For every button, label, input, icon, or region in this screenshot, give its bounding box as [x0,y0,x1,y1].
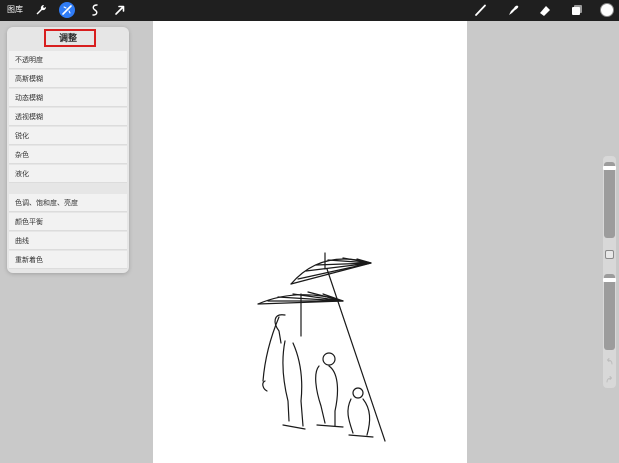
selection-icon[interactable] [87,2,103,18]
panel-title: 调整 [58,34,77,44]
sketch-illustration [257,252,386,442]
smudge-icon[interactable] [505,2,521,18]
gallery-button[interactable]: 图库 [7,4,23,15]
color-icon[interactable] [599,2,615,18]
wrench-icon[interactable] [33,2,49,18]
brush-opacity-slider[interactable] [603,274,616,350]
redo-icon[interactable] [605,375,614,384]
drawing-canvas[interactable] [153,21,467,463]
menu-item-color-balance[interactable]: 颜色平衡 [9,213,127,231]
menu-item-motion-blur[interactable]: 动态模糊 [9,89,127,107]
menu-item-noise[interactable]: 杂色 [9,146,127,164]
menu-item-perspective-blur[interactable]: 透视模糊 [9,108,127,126]
sidebar [603,156,616,388]
brush-size-slider[interactable] [603,162,616,238]
menu-item-curves[interactable]: 曲线 [9,232,127,250]
menu-item-hue-saturation-brightness[interactable]: 色调、饱和度、亮度 [9,194,127,212]
adjustments-button[interactable] [59,2,75,18]
brush-size-thumb[interactable] [603,166,616,170]
undo-icon[interactable] [605,357,614,366]
brush-icon[interactable] [473,2,489,18]
eraser-icon[interactable] [537,2,553,18]
top-toolbar: 图库 [0,0,619,21]
magic-wand-icon [62,5,72,15]
brush-opacity-thumb[interactable] [603,278,616,282]
transform-arrow-icon[interactable] [112,2,128,18]
menu-item-sharpen[interactable]: 锐化 [9,127,127,145]
menu-item-gaussian-blur[interactable]: 高斯模糊 [9,70,127,88]
menu-item-liquify[interactable]: 液化 [9,165,127,183]
menu-item-recolor[interactable]: 重新着色 [9,251,127,269]
menu-item-opacity[interactable]: 不透明度 [9,51,127,69]
modify-button[interactable] [605,250,614,259]
layers-icon[interactable] [569,2,585,18]
adjustments-panel: 调整 不透明度 高斯模糊 动态模糊 透视模糊 锐化 杂色 液化 色调、饱和度、亮… [7,27,129,273]
